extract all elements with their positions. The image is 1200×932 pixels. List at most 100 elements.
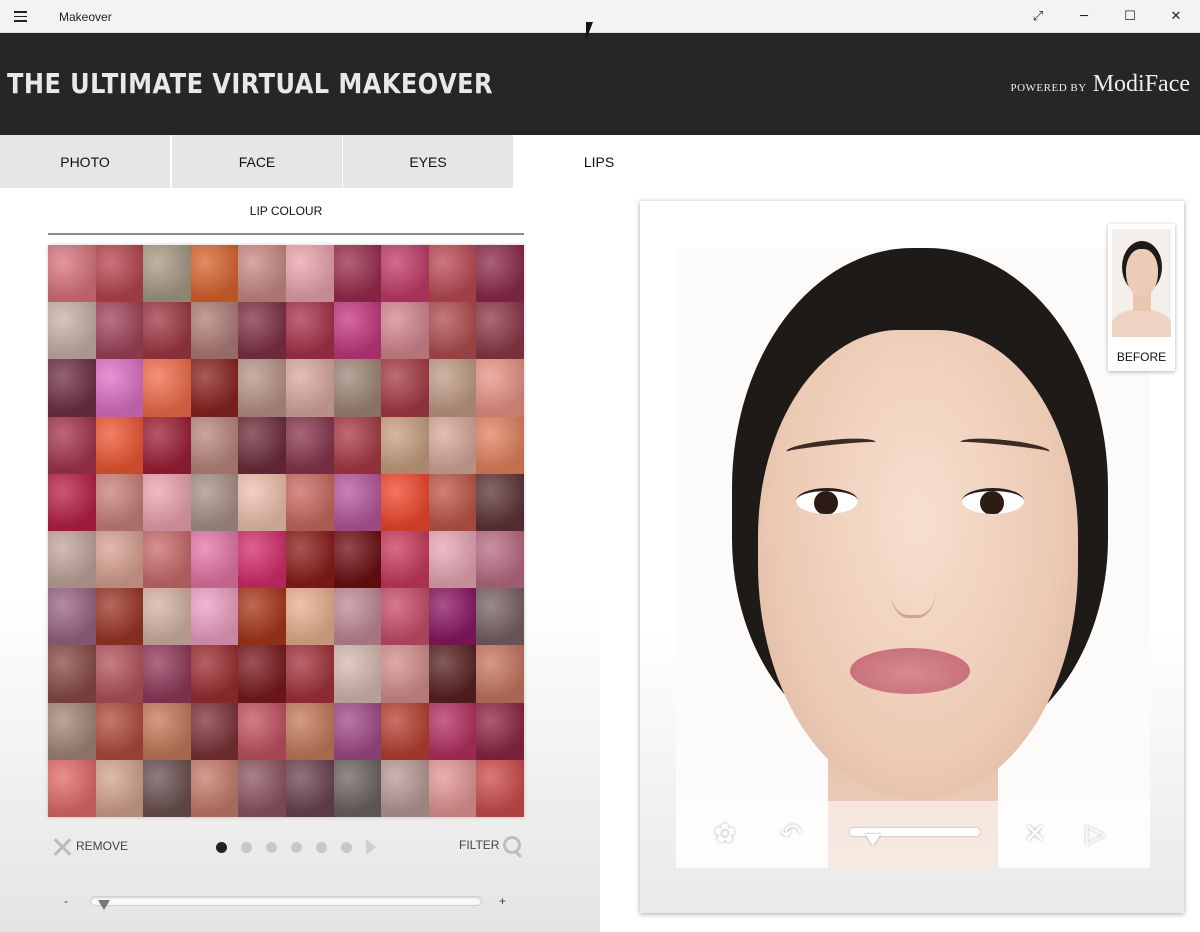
tab-lips[interactable]: LIPS	[514, 135, 684, 188]
lip-colour-swatch[interactable]	[381, 473, 429, 531]
before-button[interactable]: BEFORE	[1108, 224, 1175, 371]
lip-colour-swatch[interactable]	[333, 588, 382, 646]
lip-colour-swatch[interactable]	[190, 473, 239, 531]
lip-colour-swatch[interactable]	[476, 531, 524, 589]
page-dot[interactable]	[266, 841, 277, 853]
lip-colour-swatch[interactable]	[190, 588, 239, 646]
tab-face[interactable]: FACE	[172, 135, 342, 188]
lip-colour-swatch[interactable]	[95, 645, 144, 703]
lip-colour-swatch[interactable]	[428, 588, 477, 646]
lip-colour-swatch[interactable]	[143, 702, 191, 760]
lip-colour-swatch[interactable]	[95, 531, 144, 589]
lip-colour-swatch[interactable]	[381, 359, 429, 417]
lip-colour-swatch[interactable]	[190, 359, 239, 417]
expand-icon[interactable]: ⤢	[1015, 0, 1061, 33]
lip-colour-swatch[interactable]	[95, 302, 144, 360]
lip-colour-swatch[interactable]	[476, 302, 524, 360]
lip-colour-swatch[interactable]	[333, 302, 382, 360]
lip-colour-swatch[interactable]	[143, 473, 191, 531]
lip-colour-swatch[interactable]	[48, 759, 96, 817]
lip-colour-swatch[interactable]	[238, 645, 286, 703]
lip-colour-swatch[interactable]	[143, 531, 191, 589]
intensity-decrease[interactable]: -	[64, 894, 68, 908]
lip-colour-swatch[interactable]	[48, 416, 96, 474]
next-page-icon[interactable]	[366, 839, 376, 855]
lip-colour-swatch[interactable]	[285, 416, 334, 474]
lip-colour-swatch[interactable]	[238, 302, 286, 360]
lip-colour-swatch[interactable]	[95, 588, 144, 646]
lip-colour-swatch[interactable]	[333, 531, 382, 589]
lip-colour-swatch[interactable]	[95, 416, 144, 474]
undo-icon[interactable]: ↶	[780, 819, 802, 849]
lip-colour-swatch[interactable]	[190, 645, 239, 703]
lip-colour-swatch[interactable]	[476, 473, 524, 531]
page-dot[interactable]	[291, 841, 302, 853]
lip-colour-swatch[interactable]	[238, 588, 286, 646]
page-dot[interactable]	[241, 841, 252, 853]
lip-colour-swatch[interactable]	[476, 245, 524, 303]
tab-eyes[interactable]: EYES	[343, 135, 513, 188]
lip-colour-swatch[interactable]	[238, 473, 286, 531]
intensity-slider-thumb[interactable]	[97, 900, 110, 910]
lip-colour-swatch[interactable]	[381, 702, 429, 760]
lip-colour-swatch[interactable]	[285, 302, 334, 360]
lip-colour-swatch[interactable]	[476, 416, 524, 474]
lip-colour-swatch[interactable]	[428, 473, 477, 531]
lip-colour-swatch[interactable]	[428, 359, 477, 417]
lip-colour-swatch[interactable]	[381, 531, 429, 589]
lip-colour-swatch[interactable]	[190, 759, 239, 817]
lip-colour-swatch[interactable]	[476, 645, 524, 703]
lip-colour-swatch[interactable]	[381, 245, 429, 303]
lip-colour-swatch[interactable]	[238, 531, 286, 589]
lip-colour-swatch[interactable]	[143, 359, 191, 417]
lip-colour-swatch[interactable]	[428, 531, 477, 589]
close-button[interactable]: ✕	[1153, 0, 1199, 33]
lip-colour-swatch[interactable]	[476, 759, 524, 817]
lip-colour-swatch[interactable]	[238, 416, 286, 474]
lip-colour-swatch[interactable]	[48, 645, 96, 703]
lip-colour-swatch[interactable]	[285, 245, 334, 303]
lip-colour-swatch[interactable]	[285, 702, 334, 760]
intensity-increase[interactable]: +	[499, 894, 506, 908]
lip-colour-swatch[interactable]	[95, 359, 144, 417]
lip-colour-swatch[interactable]	[428, 245, 477, 303]
lip-colour-swatch[interactable]	[333, 759, 382, 817]
lip-colour-swatch[interactable]	[190, 302, 239, 360]
lip-colour-swatch[interactable]	[285, 759, 334, 817]
close-icon[interactable]: ✕	[1024, 819, 1046, 849]
lip-colour-swatch[interactable]	[476, 359, 524, 417]
lip-colour-swatch[interactable]	[95, 759, 144, 817]
lip-colour-swatch[interactable]	[48, 531, 96, 589]
lip-colour-swatch[interactable]	[238, 759, 286, 817]
remove-button[interactable]: REMOVE	[52, 836, 128, 856]
lip-colour-swatch[interactable]	[48, 588, 96, 646]
lip-colour-swatch[interactable]	[285, 473, 334, 531]
lip-colour-swatch[interactable]	[381, 588, 429, 646]
lip-colour-swatch[interactable]	[285, 588, 334, 646]
lip-colour-swatch[interactable]	[95, 245, 144, 303]
share-icon[interactable]: ▷	[1086, 819, 1106, 849]
lip-colour-swatch[interactable]	[143, 645, 191, 703]
lip-colour-swatch[interactable]	[48, 473, 96, 531]
lip-colour-swatch[interactable]	[333, 473, 382, 531]
lip-colour-swatch[interactable]	[428, 302, 477, 360]
lip-colour-swatch[interactable]	[143, 416, 191, 474]
lip-colour-swatch[interactable]	[285, 359, 334, 417]
lip-colour-swatch[interactable]	[143, 759, 191, 817]
lip-colour-swatch[interactable]	[48, 359, 96, 417]
lip-colour-swatch[interactable]	[190, 245, 239, 303]
lip-colour-swatch[interactable]	[143, 245, 191, 303]
lip-colour-swatch[interactable]	[476, 588, 524, 646]
lip-colour-swatch[interactable]	[285, 645, 334, 703]
page-dot[interactable]	[341, 841, 352, 853]
lip-colour-swatch[interactable]	[333, 702, 382, 760]
lip-colour-swatch[interactable]	[428, 416, 477, 474]
menu-icon[interactable]	[14, 8, 34, 24]
maximize-button[interactable]: ☐	[1107, 0, 1153, 33]
lip-colour-swatch[interactable]	[428, 702, 477, 760]
lip-colour-swatch[interactable]	[190, 531, 239, 589]
palette-icon[interactable]: ✿	[714, 819, 736, 849]
lip-colour-swatch[interactable]	[48, 702, 96, 760]
lip-colour-swatch[interactable]	[95, 702, 144, 760]
intensity-slider[interactable]	[90, 896, 482, 906]
